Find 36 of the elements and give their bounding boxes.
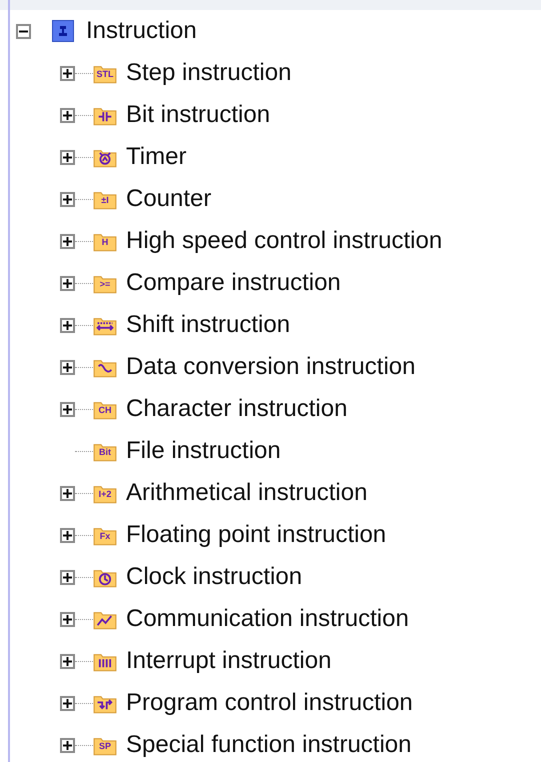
tree-item[interactable]: Communication instruction: [126, 601, 409, 637]
expand-icon[interactable]: [60, 150, 75, 164]
tree-item[interactable]: Character instruction: [126, 391, 348, 427]
tree-item[interactable]: Data conversion instruction: [126, 349, 416, 385]
expand-icon[interactable]: [60, 360, 75, 374]
expand-icon[interactable]: [60, 66, 75, 80]
expand-icon[interactable]: [60, 738, 75, 752]
tree-item[interactable]: File instruction: [126, 433, 281, 469]
expand-icon[interactable]: [60, 570, 75, 584]
tree-item[interactable]: Program control instruction: [126, 685, 413, 721]
tree-item[interactable]: Step instruction: [126, 55, 292, 91]
collapse-icon[interactable]: [16, 24, 31, 38]
expand-icon[interactable]: [60, 276, 75, 290]
tree-item[interactable]: Floating point instruction: [126, 517, 386, 553]
tree-item[interactable]: Clock instruction: [126, 559, 302, 595]
instruction-icon: [52, 20, 74, 42]
expand-icon[interactable]: [60, 612, 75, 626]
tree-item[interactable]: Interrupt instruction: [126, 643, 332, 679]
expand-icon[interactable]: [60, 528, 75, 542]
tree-item[interactable]: Bit instruction: [126, 97, 270, 133]
tree-item[interactable]: High speed control instruction: [126, 223, 442, 259]
tree-item[interactable]: Compare instruction: [126, 265, 341, 301]
expand-icon[interactable]: [60, 234, 75, 248]
expand-icon[interactable]: [60, 696, 75, 710]
expand-icon[interactable]: [60, 402, 75, 416]
tree-item[interactable]: Counter: [126, 181, 212, 217]
tree-item[interactable]: Timer: [126, 139, 186, 175]
tree-item[interactable]: Arithmetical instruction: [126, 475, 368, 511]
tree-item[interactable]: Shift instruction: [126, 307, 290, 343]
expand-icon[interactable]: [60, 108, 75, 122]
expand-icon[interactable]: [60, 486, 75, 500]
expand-icon[interactable]: [60, 654, 75, 668]
tree-item[interactable]: Special function instruction: [126, 727, 412, 762]
tree-item[interactable]: Instruction: [86, 13, 197, 49]
expand-icon[interactable]: [60, 318, 75, 332]
expand-icon[interactable]: [60, 192, 75, 206]
